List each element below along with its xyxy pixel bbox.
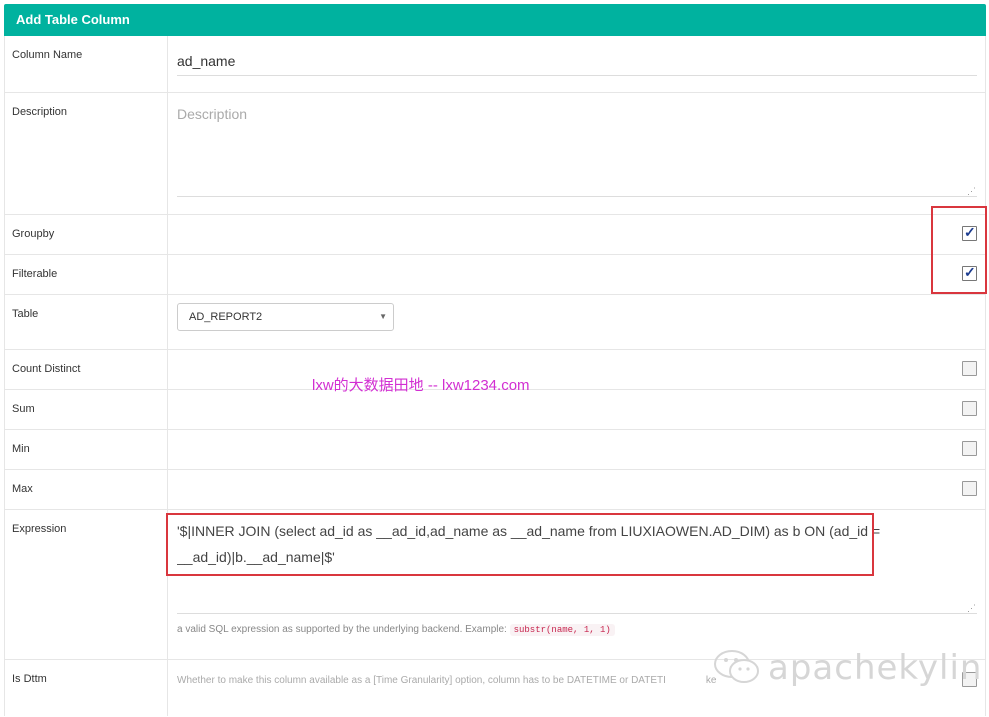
min-label: Min [5,430,168,469]
filterable-checkbox[interactable]: ✓ [962,264,977,281]
column-name-label: Column Name [5,36,168,92]
expression-help-text: a valid SQL expression as supported by t… [177,624,507,635]
max-checkbox[interactable] [962,481,977,496]
row-expression: Expression '$|INNER JOIN (select ad_id a… [5,510,985,660]
groupby-label: Groupby [5,215,168,254]
row-filterable: Filterable ✓ [5,255,985,295]
row-sum: Sum [5,390,985,430]
logo-text: apachekylin [768,648,983,688]
row-table: Table AD_REPORT2 ▼ [5,295,985,350]
min-checkbox[interactable] [962,441,977,456]
watermark-text: lxw的大数据田地 -- lxw1234.com [312,377,530,394]
dialog-title: Add Table Column [16,12,130,27]
column-name-input[interactable] [177,46,977,76]
caret-down-icon: ▼ [379,312,387,321]
sum-label: Sum [5,390,168,429]
groupby-checkbox[interactable]: ✓ [962,224,977,241]
row-max: Max [5,470,985,510]
expression-help: a valid SQL expression as supported by t… [177,624,615,636]
max-label: Max [5,470,168,509]
is-dttm-help-text: Whether to make this column available as… [177,675,666,686]
sum-checkbox[interactable] [962,401,977,416]
resize-grip-icon[interactable]: ⋰ [967,187,976,196]
is-dttm-help: Whether to make this column available as… [177,675,716,686]
row-groupby: Groupby ✓ [5,215,985,255]
row-min: Min [5,430,985,470]
check-icon: ✓ [964,224,976,240]
count-distinct-checkbox[interactable] [962,361,977,376]
logo-watermark: apachekylin [712,648,981,688]
row-description: Description ⋰ [5,93,985,215]
check-icon: ✓ [964,264,976,280]
wechat-icon [714,650,759,683]
expression-label: Expression [5,510,168,659]
filterable-label: Filterable [5,255,168,294]
resize-grip-icon[interactable]: ⋰ [967,604,976,613]
description-textarea[interactable] [177,101,977,197]
table-label: Table [5,295,168,349]
table-select[interactable]: AD_REPORT2 ▼ [177,303,394,331]
description-label: Description [5,93,168,214]
is-dttm-label: Is Dttm [5,660,168,716]
expression-textarea[interactable]: '$|INNER JOIN (select ad_id as __ad_id,a… [177,518,977,614]
dialog-header: Add Table Column [4,4,986,36]
expression-help-code: substr(name, 1, 1) [509,624,615,636]
count-distinct-label: Count Distinct [5,350,168,389]
row-column-name: Column Name [5,36,985,93]
table-select-value: AD_REPORT2 [189,311,263,323]
